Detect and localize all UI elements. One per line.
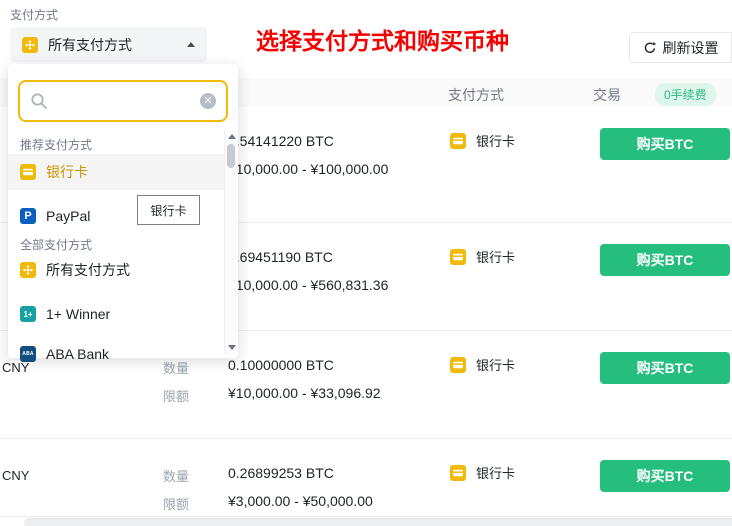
dropdown-item-label: 所有支付方式 — [46, 260, 130, 280]
payment-method: 银行卡 — [450, 247, 515, 266]
next-section-edge — [24, 518, 732, 526]
col-trade: 交易 — [593, 85, 621, 105]
zero-fee-badge[interactable]: 0手续费 — [655, 83, 716, 106]
refresh-icon — [643, 41, 657, 55]
bank-card-icon — [20, 164, 36, 180]
paypal-icon: P — [20, 208, 36, 224]
aba-bank-icon: ABA — [20, 346, 36, 362]
binance-pay-icon — [20, 262, 36, 278]
dropdown-item-label: PayPal — [46, 208, 90, 224]
search-icon — [30, 92, 48, 110]
payment-label: 银行卡 — [476, 463, 515, 482]
chevron-up-icon — [187, 42, 195, 47]
payment-method: 银行卡 — [450, 355, 515, 374]
qty-value: 0.26899253 BTC — [228, 465, 334, 481]
refresh-label: 刷新设置 — [663, 38, 719, 58]
bank-card-icon — [450, 249, 466, 265]
dropdown-item-label: ABA Bank — [46, 346, 109, 362]
bank-card-icon — [450, 357, 466, 373]
dropdown-scrollbar[interactable] — [224, 130, 237, 354]
dropdown-item-label: 银行卡 — [46, 162, 88, 182]
p2p-buy-page: 支付方式 所有支付方式 选择支付方式和购买币种 刷新设置 支付方式 交易 0手续… — [0, 0, 732, 526]
annotation-text: 选择支付方式和购买币种 — [256, 22, 509, 56]
qty-value: 0.69451190 BTC — [228, 249, 333, 265]
dropdown-item-bank-card[interactable]: 银行卡 — [8, 154, 224, 190]
col-payment-method: 支付方式 — [448, 85, 504, 105]
limit-label: 限额 — [163, 494, 189, 513]
limit-value: ¥3,000.00 - ¥50,000.00 — [228, 493, 373, 509]
bank-card-tooltip: 银行卡 — [137, 195, 200, 225]
payment-label: 银行卡 — [476, 247, 515, 266]
buy-btc-button[interactable]: 购买BTC — [600, 460, 730, 492]
scroll-up-icon[interactable] — [228, 134, 236, 139]
clear-search-icon[interactable]: ✕ — [200, 93, 216, 109]
payment-method-select[interactable]: 所有支付方式 — [10, 27, 207, 62]
price-currency: CNY — [2, 468, 29, 483]
payment-method: 银行卡 — [450, 131, 515, 150]
recommended-section-title: 推荐支付方式 — [20, 136, 92, 153]
payment-method: 银行卡 — [450, 463, 515, 482]
payment-label: 银行卡 — [476, 131, 515, 150]
1plus-winner-icon: 1+ — [20, 306, 36, 322]
buy-btc-button[interactable]: 购买BTC — [600, 128, 730, 160]
table-row: CNY 数量 0.26899253 BTC 限额 ¥3,000.00 - ¥50… — [0, 439, 732, 517]
qty-value: 0.54141220 BTC — [228, 133, 334, 149]
limit-value: ¥10,000.00 - ¥33,096.92 — [228, 385, 381, 401]
bank-card-icon — [450, 465, 466, 481]
dropdown-item-all-payment-methods[interactable]: 所有支付方式 — [8, 252, 224, 288]
limit-value: ¥10,000.00 - ¥560,831.36 — [228, 277, 388, 293]
limit-label: 限额 — [163, 386, 189, 405]
bank-card-icon — [450, 133, 466, 149]
qty-value: 0.10000000 BTC — [228, 357, 334, 373]
payment-method-dropdown: ✕ 推荐支付方式 银行卡 P PayPal 银行卡 全部支付方式 所有支付方式 … — [8, 64, 238, 358]
payment-select-value: 所有支付方式 — [48, 35, 187, 55]
payment-filter-label: 支付方式 — [10, 6, 58, 23]
buy-btc-button[interactable]: 购买BTC — [600, 244, 730, 276]
refresh-settings-button[interactable]: 刷新设置 — [629, 32, 732, 63]
buy-btc-button[interactable]: 购买BTC — [600, 352, 730, 384]
payment-search-input[interactable] — [56, 92, 192, 110]
payment-search-box: ✕ — [18, 80, 228, 122]
dropdown-item-1plus-winner[interactable]: 1+ 1+ Winner — [8, 296, 224, 332]
limit-value: ¥10,000.00 - ¥100,000.00 — [228, 161, 388, 177]
all-methods-section-title: 全部支付方式 — [20, 236, 92, 253]
scrollbar-thumb[interactable] — [227, 144, 235, 168]
qty-label: 数量 — [163, 466, 189, 485]
dropdown-item-label: 1+ Winner — [46, 306, 110, 322]
scroll-down-icon[interactable] — [228, 345, 236, 350]
binance-pay-icon — [22, 37, 38, 53]
dropdown-item-aba-bank[interactable]: ABA ABA Bank — [8, 336, 224, 372]
payment-label: 银行卡 — [476, 355, 515, 374]
